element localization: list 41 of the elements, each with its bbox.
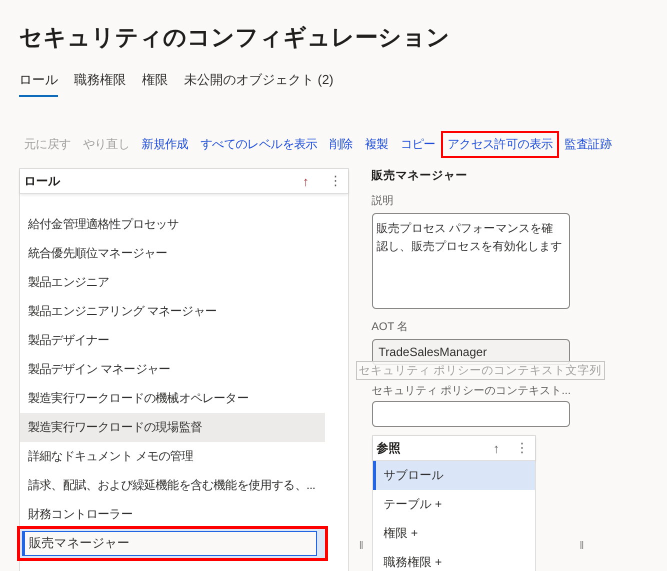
toolbar-button[interactable]: すべてのレベルを表示 [194,131,324,158]
field-label: AOT 名 [372,320,410,334]
toolbar-button[interactable]: 新規作成 [136,131,194,158]
list-item[interactable]: 製造実行ワークロードの機械オペレーター [20,384,325,413]
role-name: 販売マネージャー [372,168,469,183]
list-item[interactable]: 製品デザイナー [20,326,325,355]
list-item[interactable]: 権限 + [372,519,535,548]
more-icon[interactable]: ⋮ [329,173,342,189]
description-field[interactable]: 販売プロセス パフォーマンスを確認し、販売プロセスを有効化します [372,213,570,309]
list-item[interactable]: サブロール [372,461,535,490]
list-item[interactable]: 財務コントローラー [20,500,325,529]
column-header: 参照 [376,440,402,456]
list-item[interactable]: 製品エンジニアリング マネージャー [20,297,325,326]
list-item[interactable]: 製品デザイン マネージャー [20,355,325,384]
list-item[interactable]: テーブル + [372,490,535,519]
tab[interactable]: 職務権限 [74,69,126,97]
field-label: セキュリティ ポリシーのコンテキスト... [372,384,570,398]
sort-icon[interactable]: ↑ [493,440,500,456]
list-item[interactable]: 給付金管理適格性プロセッサ [20,210,325,239]
field-label: 説明 [372,194,395,208]
toolbar-button[interactable]: 監査証跡 [558,131,618,158]
page-title: セキュリティのコンフィギュレーション [19,23,451,52]
list-item[interactable]: 請求、配賦、および繰延機能を含む機能を使用する、... [20,471,325,500]
list-item[interactable]: 製造実行ワークロードの現場監督 [20,413,325,442]
more-icon[interactable]: ⋮ [516,440,529,456]
toolbar-button[interactable]: アクセス許可の表示 [441,131,559,158]
toolbar-button[interactable]: コピー [394,131,442,158]
tab[interactable]: ロール [19,69,58,97]
tab[interactable]: 未公開のオブジェクト (2) [184,69,334,97]
column-header: ロール [24,172,62,190]
list-item[interactable]: 職務権限 + [372,548,535,571]
toolbar-button[interactable]: 削除 [323,131,359,158]
list-item[interactable]: 詳細なドキュメント メモの管理 [20,442,325,471]
policy-field[interactable] [372,401,570,427]
toolbar-button[interactable]: 複製 [358,131,394,158]
tab[interactable]: 権限 [142,69,168,97]
list-item[interactable]: 販売マネージャー [20,529,325,558]
sort-icon[interactable]: ↑ [302,174,309,188]
list-item[interactable]: 統合優先順位マネージャー [20,239,325,268]
tooltip: セキュリティ ポリシーのコンテキスト文字列 [356,361,605,380]
list-item[interactable]: 製品エンジニア [20,268,325,297]
